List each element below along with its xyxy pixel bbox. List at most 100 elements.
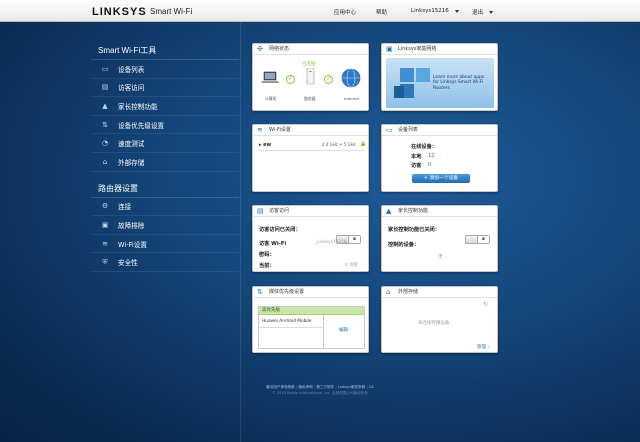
guest-wifi-name-label: 访客 Wi-Fi	[259, 241, 287, 247]
product-name: Smart Wi-Fi	[150, 7, 193, 16]
home-network-icon: ▣	[386, 45, 393, 53]
device-list-icon: ▭	[101, 64, 109, 73]
promo-text: Learn more about apps for Linksys Smart …	[433, 75, 485, 91]
guest-toggle-label: 访客访问已关闭：	[259, 227, 301, 233]
chevron-down-icon	[454, 9, 459, 13]
warning-icon: ▲	[386, 207, 392, 215]
internet-label: Internet	[344, 96, 360, 101]
globe-icon	[341, 68, 361, 90]
priority-table: 高优先级 Huawei Android Mobile 编辑	[258, 306, 365, 349]
priority-icon: ⇅	[102, 120, 108, 129]
guest-password-label: 密码：	[259, 252, 275, 258]
devices-title: 设备列表	[398, 127, 419, 133]
network-map-title: 网络状态	[269, 46, 290, 52]
wifi-network-row[interactable]: ▸ ew	[259, 142, 271, 148]
footer-link-privacy[interactable]: 隐私声明	[298, 385, 312, 389]
sidebar-item-parental-controls[interactable]: ▲ 家长控制功能	[91, 97, 239, 116]
nav-account-menu[interactable]: Linksys15216	[411, 8, 459, 14]
guest-access-widget[interactable]: ▤ 访客访问 访客访问已关闭： ▪ 访客 Wi-Fi _Linksys15216.…	[252, 205, 369, 272]
storage-icon: ⌂	[102, 157, 108, 166]
storage-icon: ⌂	[386, 288, 391, 296]
footer-link-third-party[interactable]: 第三方软件	[316, 385, 334, 389]
sidebar-item-speed-test[interactable]: ◔ 速度测试	[91, 134, 239, 153]
connection-status: 已连接	[302, 62, 316, 67]
troubleshoot-icon: ▣	[101, 220, 109, 229]
sidebar-item-device-list[interactable]: ▭ 设备列表	[91, 60, 239, 79]
sidebar-item-guest-access[interactable]: ▤ 访客访问	[91, 79, 239, 98]
sidebar: Smart Wi-Fi工具 ▭ 设备列表 ▤ 访客访问 ▲ 家长控制功能 ⇅ 设备优先级…	[91, 42, 239, 272]
online-devices-label: 在线设备：	[411, 144, 437, 150]
nav-apps[interactable]: 应用中心	[334, 8, 356, 16]
footer-link-ux[interactable]: 最佳用户体验条款	[266, 385, 295, 389]
network-map-icon: ✣	[257, 45, 263, 53]
parental-controls-widget[interactable]: ▲ 家长控制功能 家长控制功能已关闭： ▪ 控制的设备： 无	[381, 205, 498, 272]
guest-allowed-value: 0 访客	[345, 263, 358, 268]
computer-label: 计算机	[265, 96, 277, 101]
promo-title: Linksys家庭网络	[398, 46, 437, 52]
parental-title: 家长控制功能	[398, 208, 429, 214]
footer-copyright: © 2015 Belkin International, Inc. 及其附属公司…	[272, 391, 368, 395]
lock-icon: 🔒	[360, 141, 367, 147]
router-label: 路由器	[304, 96, 316, 101]
nav-help[interactable]: 帮助	[376, 8, 387, 16]
parental-toggle-label: 家长控制功能已关闭：	[388, 227, 440, 233]
guest-devices-label: 访客	[411, 163, 422, 169]
media-priority-widget[interactable]: ⇅ 媒体优先级设置 高优先级 Huawei Android Mobile 编辑	[252, 286, 369, 353]
warning-icon: ▲	[102, 101, 108, 110]
guest-wifi-name-value: _Linksys15216...	[315, 240, 351, 245]
wifi-title: Wi-Fi设置	[269, 127, 291, 133]
wifi-icon: ≋	[257, 126, 263, 134]
priority-icon: ⇅	[257, 288, 263, 296]
device-list-widget[interactable]: ▭ 设备列表 在线设备： 本地 12 访客 0 + 添加一个设备	[381, 124, 498, 192]
guest-devices-count[interactable]: 0	[428, 162, 431, 168]
priority-device[interactable]: Huawei Android Mobile	[262, 319, 311, 324]
nav-logout-menu[interactable]: 退出	[472, 8, 494, 16]
guest-title: 访客访问	[269, 208, 290, 214]
local-devices-label: 本地	[411, 154, 422, 160]
wifi-settings-widget[interactable]: ≋ Wi-Fi设置 ▸ ew 2.4 GHz + 5 GHz 🔒	[252, 124, 369, 192]
add-device-button[interactable]: + 添加一个设备	[412, 174, 470, 183]
sidebar-item-security[interactable]: ⛨ 安全性	[91, 253, 239, 272]
sidebar-item-wifi-settings[interactable]: ≋ Wi-Fi设置	[91, 235, 239, 254]
priority-header: 高优先级	[259, 307, 364, 315]
refresh-icon[interactable]: ↻	[483, 301, 488, 308]
check-icon: ✓	[324, 75, 333, 84]
guest-allowed-label: 当前：	[259, 263, 275, 269]
apps-icon	[392, 64, 434, 104]
external-storage-widget[interactable]: ⌂ 外部存储 ↻ 未连接存储设备 管理 ›	[381, 286, 498, 353]
wifi-bands: 2.4 GHz + 5 GHz	[322, 142, 356, 147]
parental-controls-toggle[interactable]: ▪	[465, 235, 490, 244]
computer-icon	[261, 71, 279, 87]
priority-edit-link[interactable]: 编辑	[339, 327, 348, 333]
wifi-icon: ≋	[102, 239, 108, 248]
sidebar-item-troubleshooting[interactable]: ▣ 故障排除	[91, 216, 239, 235]
sidebar-router-title: 路由器设置	[91, 180, 239, 198]
footer-link-ca[interactable]: CA	[369, 385, 374, 389]
sidebar-tools-title: Smart Wi-Fi工具	[91, 42, 239, 60]
footer-links: 最佳用户体验条款 | 隐私声明 | 第三方软件 | Linksys服务条款 | …	[266, 385, 374, 389]
restricted-devices-value: 无	[438, 254, 444, 260]
shield-icon: ⛨	[102, 257, 108, 266]
guest-access-icon: ▤	[257, 207, 264, 215]
linksys-promo-widget[interactable]: ▣ Linksys家庭网络 Learn more about apps for L…	[381, 43, 498, 111]
sidebar-item-connectivity[interactable]: ⚙ 连接	[91, 198, 239, 217]
storage-manage-link[interactable]: 管理 ›	[477, 344, 489, 350]
speedometer-icon: ◔	[101, 139, 109, 148]
linksys-logo[interactable]: LINKSYS	[92, 6, 147, 18]
top-bar: LINKSYS Smart Wi-Fi 应用中心 帮助 Linksys15216…	[0, 0, 640, 22]
connectivity-icon: ⚙	[101, 202, 109, 211]
restricted-devices-label: 控制的设备：	[388, 242, 420, 248]
local-devices-count[interactable]: 12	[428, 153, 434, 159]
footer-link-terms[interactable]: Linksys服务条款	[338, 385, 366, 389]
chevron-right-icon: ›	[487, 345, 490, 350]
wifi-network-name: ew	[263, 142, 272, 148]
check-icon: ✓	[286, 75, 295, 84]
router-icon	[306, 67, 315, 87]
network-map-widget[interactable]: ✣ 网络状态 已连接 ✓ ✓ 计算机 路由器 Internet	[252, 43, 369, 111]
sidebar-item-external-storage[interactable]: ⌂ 外部存储	[91, 153, 239, 172]
device-list-icon: ▭	[386, 126, 393, 134]
sidebar-item-media-priority[interactable]: ⇅ 设备优先级设置	[91, 116, 239, 135]
storage-title: 外部存储	[398, 289, 419, 295]
column-divider	[240, 22, 241, 442]
promo-banner[interactable]: Learn more about apps for Linksys Smart …	[386, 58, 494, 108]
